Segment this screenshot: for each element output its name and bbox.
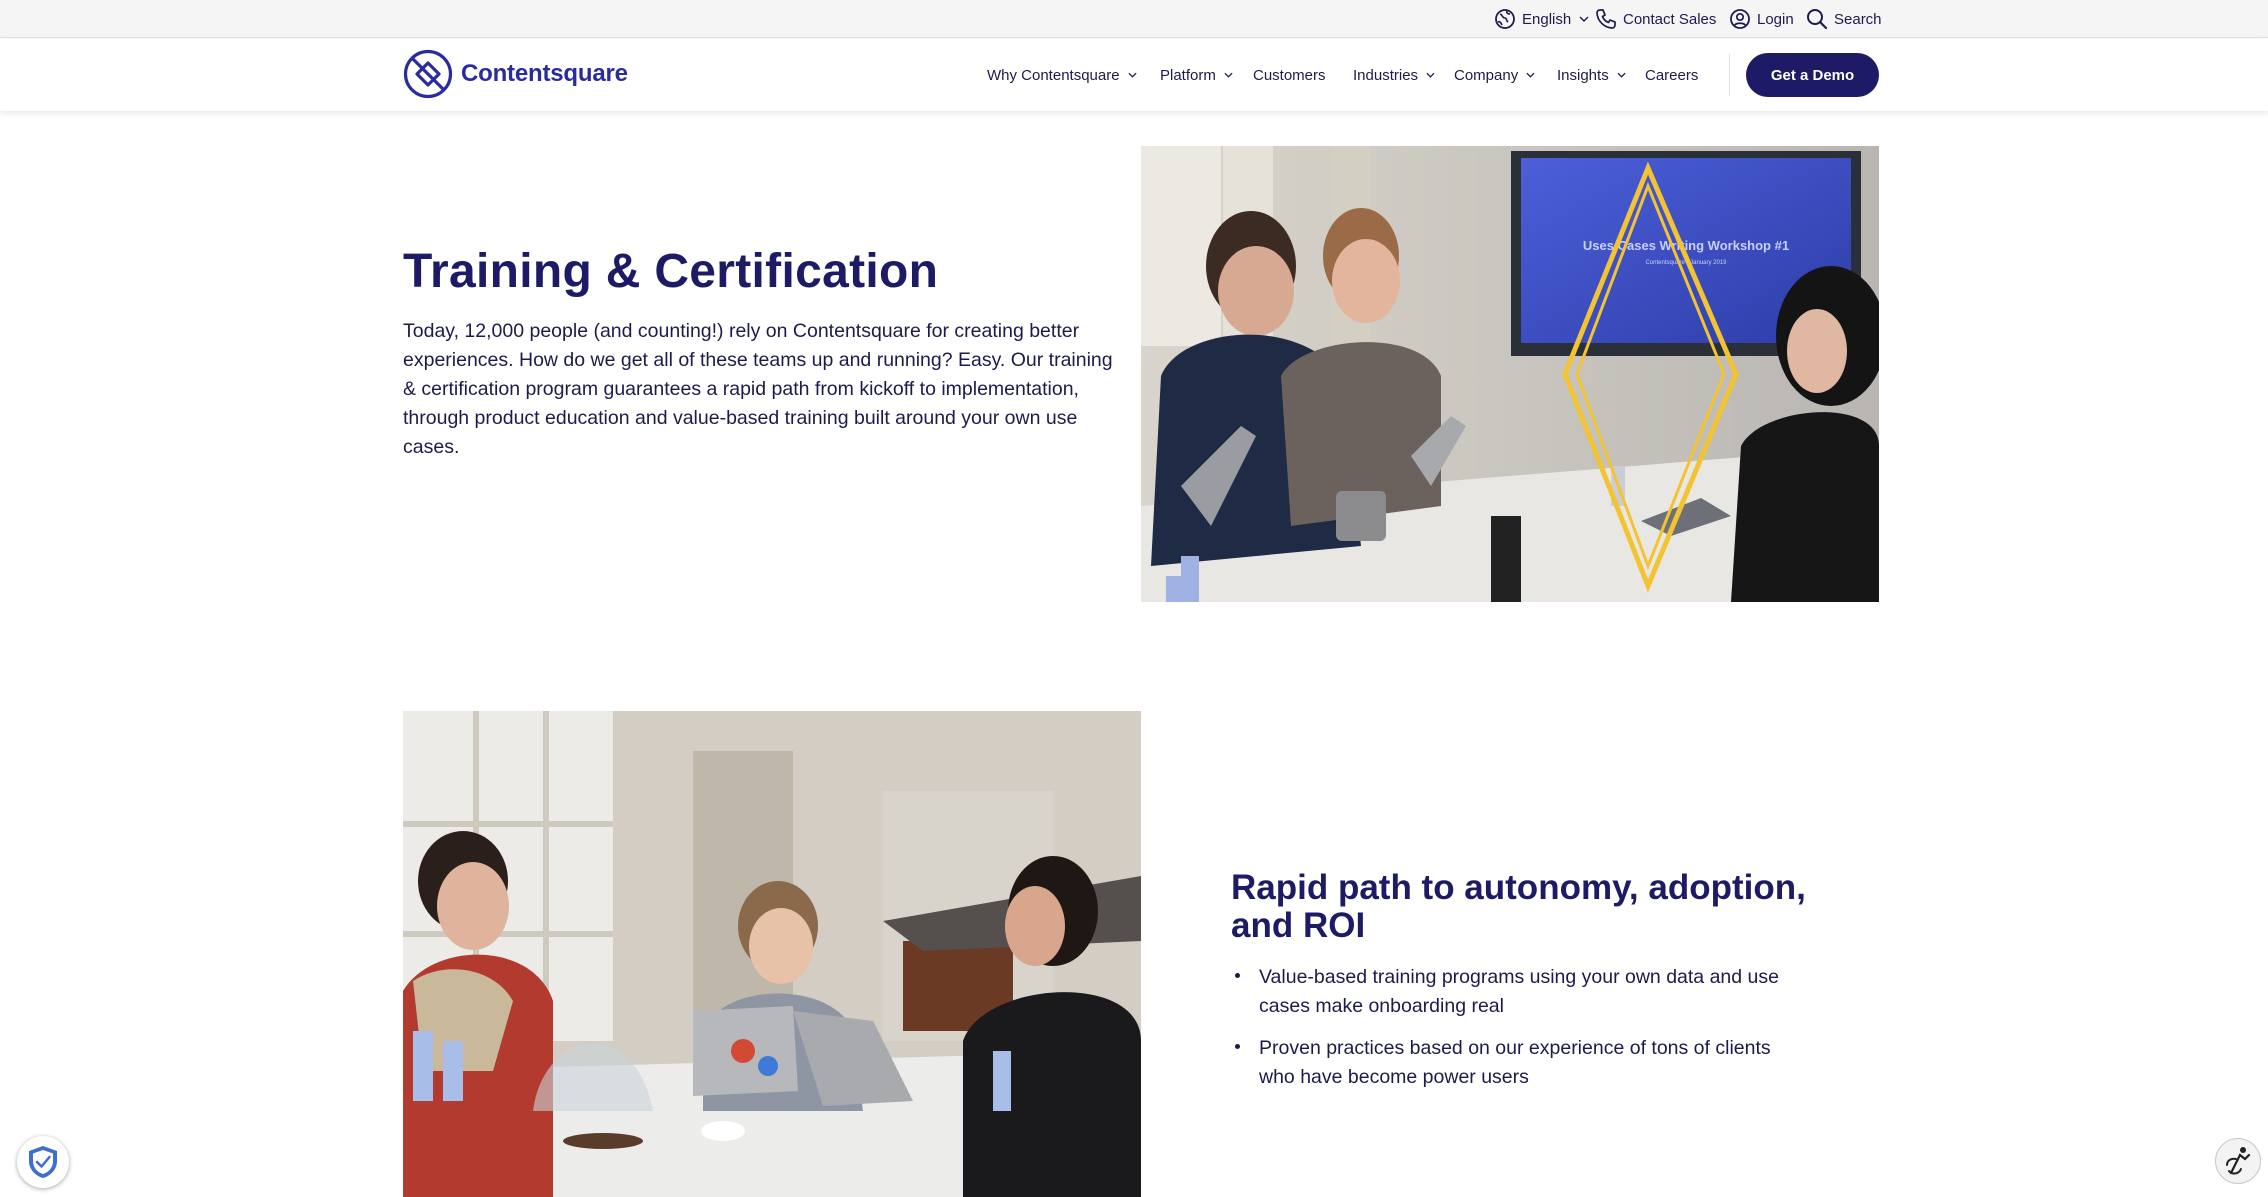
nav-label: Careers xyxy=(1645,66,1699,84)
accessibility-icon xyxy=(2226,1147,2251,1175)
contact-sales-link[interactable]: Contact Sales xyxy=(1595,0,1716,38)
workshop-photo: Uses Cases Writing Workshop #1 Contentsq… xyxy=(1141,146,1879,602)
search-button[interactable]: Search xyxy=(1806,0,1882,38)
nav-platform[interactable]: Platform xyxy=(1160,62,1233,88)
nav-label: Customers xyxy=(1253,66,1326,84)
search-icon xyxy=(1807,9,1828,30)
nav-company[interactable]: Company xyxy=(1454,62,1535,88)
shield-check-icon xyxy=(29,1146,57,1178)
nav-label: Insights xyxy=(1557,66,1609,84)
language-selector[interactable]: English xyxy=(1494,0,1589,38)
login-link[interactable]: Login xyxy=(1729,0,1794,38)
chevron-down-icon xyxy=(1526,72,1535,78)
nav-label: Why Contentsquare xyxy=(987,66,1120,84)
chevron-down-icon xyxy=(1579,16,1589,22)
login-label: Login xyxy=(1757,10,1794,28)
nav-careers[interactable]: Careers xyxy=(1645,62,1698,88)
nav-industries[interactable]: Industries xyxy=(1353,62,1435,88)
utility-bar: English Contact Sales Login Search xyxy=(0,0,2268,38)
user-circle-icon xyxy=(1730,9,1750,29)
search-label: Search xyxy=(1834,10,1882,28)
contact-sales-label: Contact Sales xyxy=(1623,10,1717,28)
nav-divider xyxy=(1729,54,1730,96)
language-label: English xyxy=(1522,10,1572,28)
nav-label: Company xyxy=(1454,66,1519,84)
contentsquare-logo-icon xyxy=(403,49,453,99)
training-description: Today, 12,000 people (and counting!) rel… xyxy=(403,320,1113,458)
phone-icon xyxy=(1596,9,1616,29)
accessibility-button[interactable] xyxy=(2215,1138,2261,1184)
training-title: Training & Certification xyxy=(403,245,939,298)
chevron-down-icon xyxy=(1224,72,1233,78)
cookie-consent-button[interactable] xyxy=(17,1136,69,1188)
chevron-down-icon xyxy=(1128,72,1137,78)
autonomy-bullet-list: Value-based training programs using your… xyxy=(1231,963,1811,1105)
globe-icon xyxy=(1495,9,1515,29)
list-item: Value-based training programs using your… xyxy=(1231,963,1811,1021)
autonomy-title: Rapid path to autonomy, adoption, and RO… xyxy=(1231,868,1806,945)
nav-label: Industries xyxy=(1353,66,1419,84)
logo-link[interactable]: Contentsquare xyxy=(403,49,628,99)
logo-text: Contentsquare xyxy=(461,60,628,87)
chevron-down-icon xyxy=(1617,72,1626,78)
nav-why-contentsquare[interactable]: Why Contentsquare xyxy=(987,62,1137,88)
nav-insights[interactable]: Insights xyxy=(1557,62,1626,88)
nav-customers[interactable]: Customers xyxy=(1253,62,1326,88)
nav-label: Platform xyxy=(1160,66,1216,84)
list-item: Proven practices based on our experience… xyxy=(1231,1034,1811,1092)
get-a-demo-button[interactable]: Get a Demo xyxy=(1746,53,1879,97)
chevron-down-icon xyxy=(1426,72,1435,78)
training-session-photo xyxy=(403,711,1141,1197)
